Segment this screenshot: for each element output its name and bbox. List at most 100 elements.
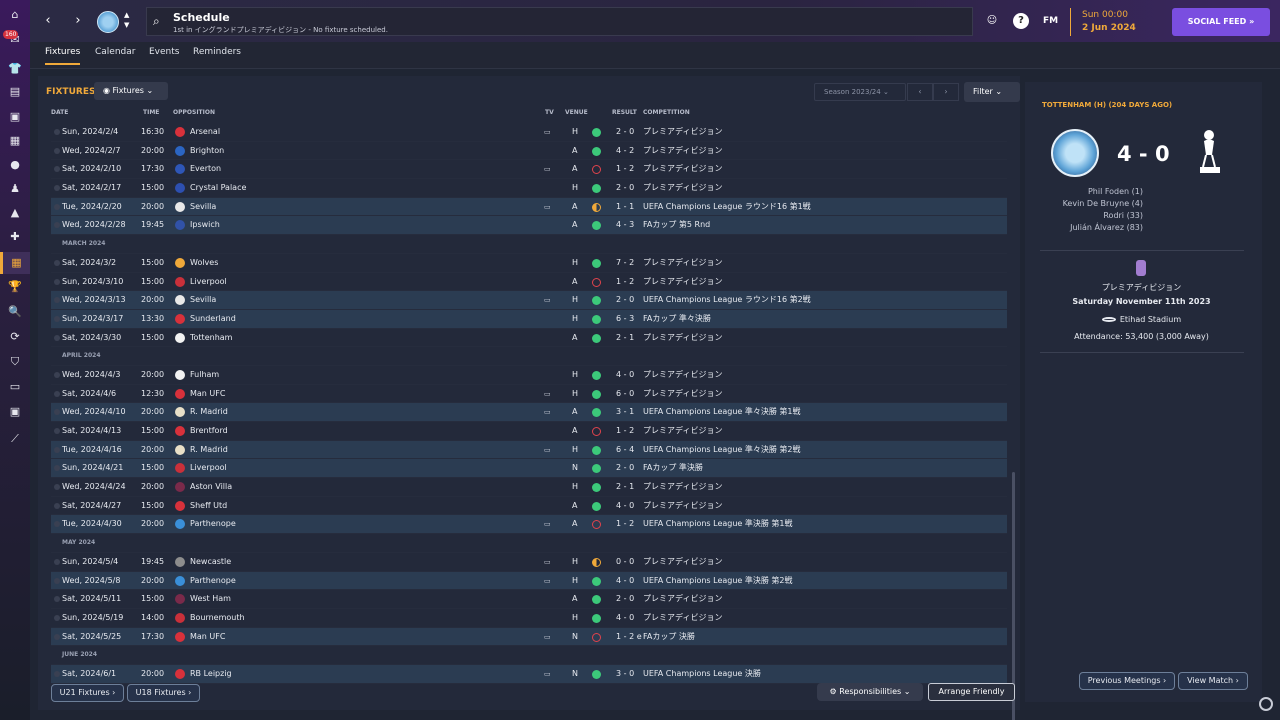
opposition-name[interactable]: R. Madrid	[190, 403, 228, 422]
fixture-row[interactable]: Sat, 2024/5/25 17:30 Man UFC ▭ N 1 - 2 e FAカップ…	[51, 627, 1007, 647]
fixture-row[interactable]: Sat, 2024/5/11 15:00 West Ham A 2 - 0 プレミアディビ…	[51, 590, 1007, 609]
arrange-friendly-button[interactable]: Arrange Friendly	[928, 683, 1015, 701]
manager-icon[interactable]: ☺	[984, 13, 1000, 29]
dev-centre-icon[interactable]: ▣	[8, 405, 22, 419]
result-score[interactable]: 1 - 2	[616, 515, 634, 534]
row-select[interactable]	[54, 166, 60, 173]
fixture-row[interactable]: Sat, 2024/4/27 15:00 Sheff Utd A 4 - 0 プレミアディ…	[51, 497, 1007, 516]
competition-name[interactable]: プレミアディビジョン	[643, 254, 722, 273]
dynamics-icon[interactable]: ▲	[8, 206, 22, 220]
view-match-button[interactable]: View Match ›	[1178, 672, 1248, 690]
opposition-name[interactable]: Arsenal	[190, 123, 220, 142]
opposition-name[interactable]: Parthenope	[190, 572, 236, 591]
row-select[interactable]	[54, 465, 60, 472]
fixture-row[interactable]: Sun, 2024/2/4 16:30 Arsenal ▭ H 2 - 0 プレミアディビジ…	[51, 123, 1007, 142]
result-score[interactable]: 4 - 2	[616, 142, 634, 161]
season-selector[interactable]: Season 2023/24 ⌄	[814, 83, 906, 101]
last-meeting-score[interactable]: 4 - 0	[1117, 142, 1170, 166]
col-opposition[interactable]: OPPOSITION	[173, 109, 215, 116]
row-select[interactable]	[54, 577, 60, 584]
col-venue[interactable]: VENUE	[565, 109, 588, 116]
row-select[interactable]	[54, 614, 60, 621]
opposition-name[interactable]: Sheff Utd	[190, 497, 227, 516]
result-score[interactable]: 2 - 0	[616, 123, 634, 142]
row-select[interactable]	[54, 371, 60, 378]
u18-fixtures-button[interactable]: U18 Fixtures ›	[127, 684, 200, 702]
result-score[interactable]: 2 - 0	[616, 179, 634, 198]
result-score[interactable]: 6 - 4	[616, 441, 634, 460]
competition-name[interactable]: プレミアディビジョン	[643, 366, 722, 385]
opposition-name[interactable]: Newcastle	[190, 553, 231, 572]
filter-button[interactable]: Filter ⌄	[964, 82, 1020, 102]
result-score[interactable]: 4 - 0	[616, 609, 634, 628]
competition-name[interactable]: プレミアディビジョン	[643, 478, 722, 497]
col-competition[interactable]: COMPETITION	[643, 109, 690, 116]
row-select[interactable]	[54, 521, 60, 528]
row-select[interactable]	[54, 315, 60, 322]
fixture-row[interactable]: Sun, 2024/5/19 14:00 Bournemouth H 4 - 0 プレミア…	[51, 609, 1007, 628]
responsibilities-button[interactable]: ⚙ Responsibilities ⌄	[817, 683, 923, 701]
row-select[interactable]	[54, 670, 60, 677]
col-date[interactable]: DATE	[51, 109, 68, 116]
col-result[interactable]: RESULT	[612, 109, 637, 116]
result-score[interactable]: 3 - 0	[616, 665, 634, 684]
opposition-name[interactable]: RB Leipzig	[190, 665, 232, 684]
opposition-name[interactable]: Man UFC	[190, 385, 225, 404]
fixture-row[interactable]: Sat, 2024/3/30 15:00 Tottenham A 2 - 1 プレミアディ…	[51, 329, 1007, 348]
schedule-icon[interactable]: ▦	[0, 252, 30, 274]
opposition-name[interactable]: Sevilla	[190, 198, 216, 217]
game-date[interactable]: Sun 00:00 2 Jun 2024	[1070, 8, 1136, 36]
fixture-row[interactable]: Tue, 2024/4/30 20:00 Parthenope ▭ A 1 - 2 UEFA…	[51, 515, 1007, 535]
result-score[interactable]: 4 - 0	[616, 366, 634, 385]
result-score[interactable]: 4 - 0	[616, 572, 634, 591]
row-select[interactable]	[54, 203, 60, 210]
competition-name[interactable]: UEFA Champions League 準決勝 第2戦	[643, 572, 793, 591]
row-select[interactable]	[54, 185, 60, 192]
col-time[interactable]: TIME	[143, 109, 159, 116]
opposition-name[interactable]: Parthenope	[190, 515, 236, 534]
competition-name[interactable]: FAカップ 準決勝	[643, 459, 703, 478]
result-score[interactable]: 1 - 2	[616, 422, 634, 441]
analysis-icon[interactable]: ⟋	[8, 432, 22, 446]
social-feed-button[interactable]: SOCIAL FEED »	[1172, 8, 1270, 36]
opposition-name[interactable]: Brentford	[190, 422, 228, 441]
opposition-name[interactable]: Liverpool	[190, 459, 227, 478]
row-select[interactable]	[54, 259, 60, 266]
home-icon[interactable]: ⌂	[8, 8, 22, 22]
fixture-row[interactable]: Sat, 2024/4/13 15:00 Brentford A 1 - 2 プレミアディ…	[51, 422, 1007, 441]
result-score[interactable]: 2 - 1	[616, 329, 634, 348]
result-score[interactable]: 2 - 0	[616, 590, 634, 609]
competition-name[interactable]: UEFA Champions League 準々決勝 第1戦	[643, 403, 801, 422]
competition-name[interactable]: プレミアディビジョン	[643, 273, 722, 292]
result-score[interactable]: 0 - 0	[616, 553, 634, 572]
result-score[interactable]: 2 - 0	[616, 291, 634, 310]
competition-name[interactable]: プレミアディビジョン	[643, 590, 722, 609]
u21-fixtures-button[interactable]: U21 Fixtures ›	[51, 684, 124, 702]
result-score[interactable]: 2 - 0	[616, 459, 634, 478]
scorer[interactable]: Julián Álvarez (83)	[1042, 222, 1143, 234]
scorer[interactable]: Rodri (33)	[1042, 210, 1143, 222]
opposition-name[interactable]: R. Madrid	[190, 441, 228, 460]
result-score[interactable]: 1 - 2	[616, 273, 634, 292]
competition-name[interactable]: プレミアディビジョン	[643, 385, 722, 404]
help-icon[interactable]: ?	[1013, 13, 1029, 29]
competition-name[interactable]: プレミアディビジョン	[643, 160, 722, 179]
opposition-name[interactable]: Liverpool	[190, 273, 227, 292]
row-select[interactable]	[54, 278, 60, 285]
previous-meetings-button[interactable]: Previous Meetings ›	[1079, 672, 1175, 690]
opposition-name[interactable]: Brighton	[190, 142, 224, 161]
result-score[interactable]: 6 - 0	[616, 385, 634, 404]
fixture-row[interactable]: Sat, 2024/2/10 17:30 Everton ▭ A 1 - 2 プレミアディビ…	[51, 160, 1007, 180]
team-report-icon[interactable]: ▣	[8, 110, 22, 124]
competition-name[interactable]: UEFA Champions League ラウンド16 第2戦	[643, 291, 811, 310]
competitions-icon[interactable]: 🏆	[8, 280, 22, 294]
opposition-name[interactable]: Wolves	[190, 254, 218, 273]
row-select[interactable]	[54, 484, 60, 491]
forward-icon[interactable]: ›	[70, 13, 86, 29]
opposition-name[interactable]: Crystal Palace	[190, 179, 246, 198]
fixture-row[interactable]: Sat, 2024/6/1 20:00 RB Leipzig ▭ N 3 - 0 UEFA …	[51, 664, 1007, 684]
search-icon[interactable]: ⌕	[153, 14, 160, 29]
opposition-name[interactable]: Aston Villa	[190, 478, 232, 497]
fixture-row[interactable]: Sun, 2024/5/4 19:45 Newcastle ▭ H 0 - 0 プレミアディ…	[51, 553, 1007, 572]
row-select[interactable]	[54, 409, 60, 416]
